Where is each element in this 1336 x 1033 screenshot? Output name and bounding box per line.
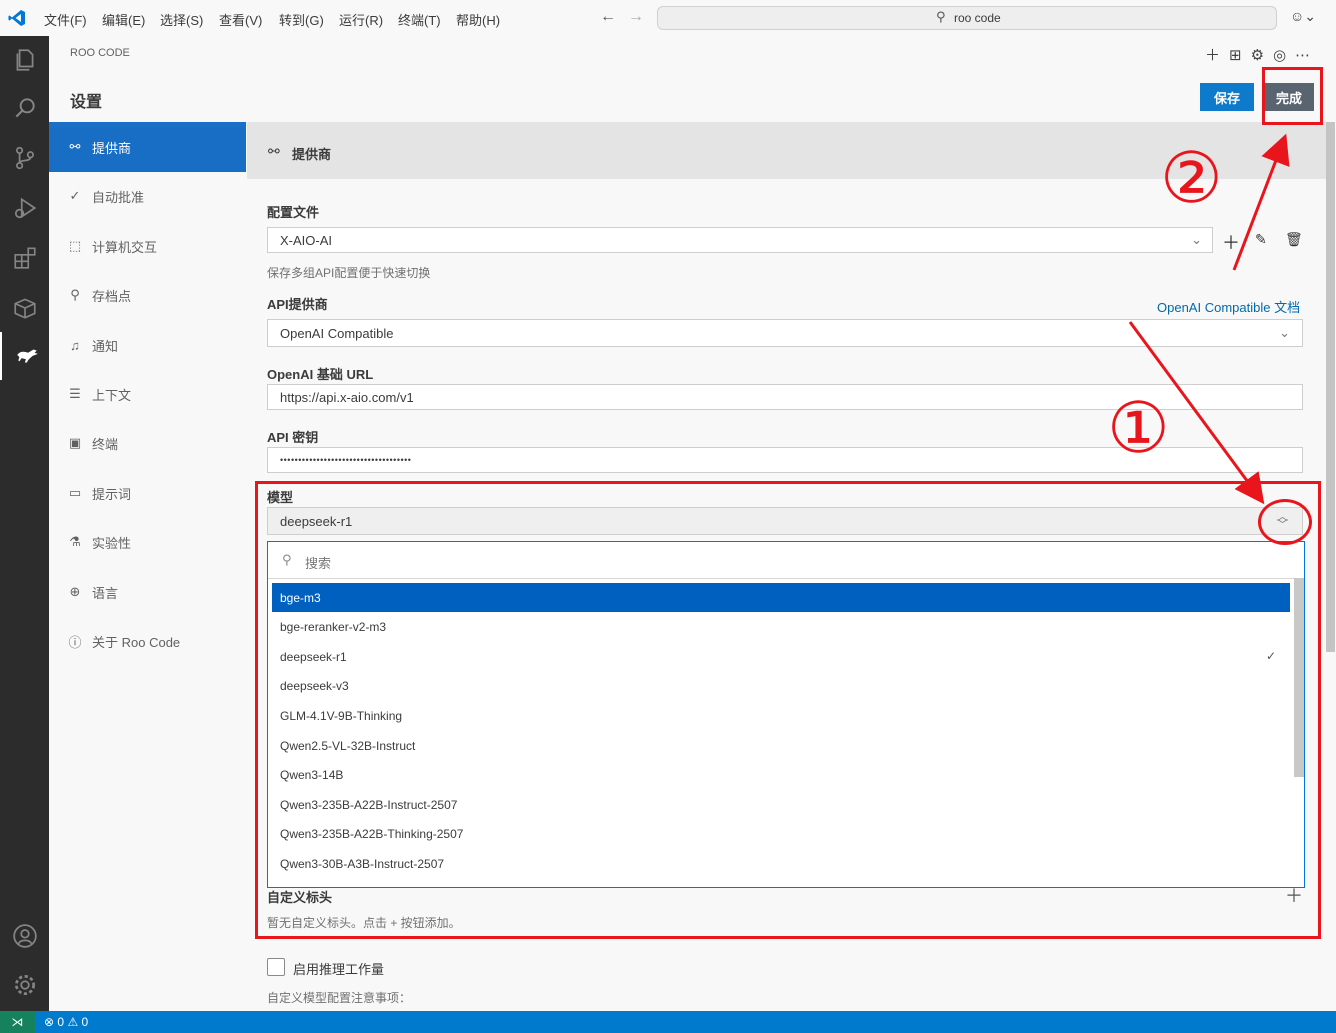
error-icon: ⊗ bbox=[44, 1015, 55, 1029]
error-count: 0 bbox=[57, 1015, 65, 1029]
annotation-arrows bbox=[1128, 133, 1290, 505]
annotation-arrow-1 bbox=[1128, 321, 1265, 505]
remote-indicator[interactable]: ⋊ bbox=[0, 1011, 35, 1033]
status-bar: ⋊ ⊗ 0 ⚠ 0 bbox=[0, 1011, 1336, 1033]
warning-icon: ⚠ bbox=[67, 1015, 79, 1029]
warning-count: 0 bbox=[81, 1015, 89, 1029]
annotation-arrow-2 bbox=[1232, 133, 1290, 271]
problems-indicator[interactable]: ⊗ 0 ⚠ 0 bbox=[44, 1015, 88, 1029]
